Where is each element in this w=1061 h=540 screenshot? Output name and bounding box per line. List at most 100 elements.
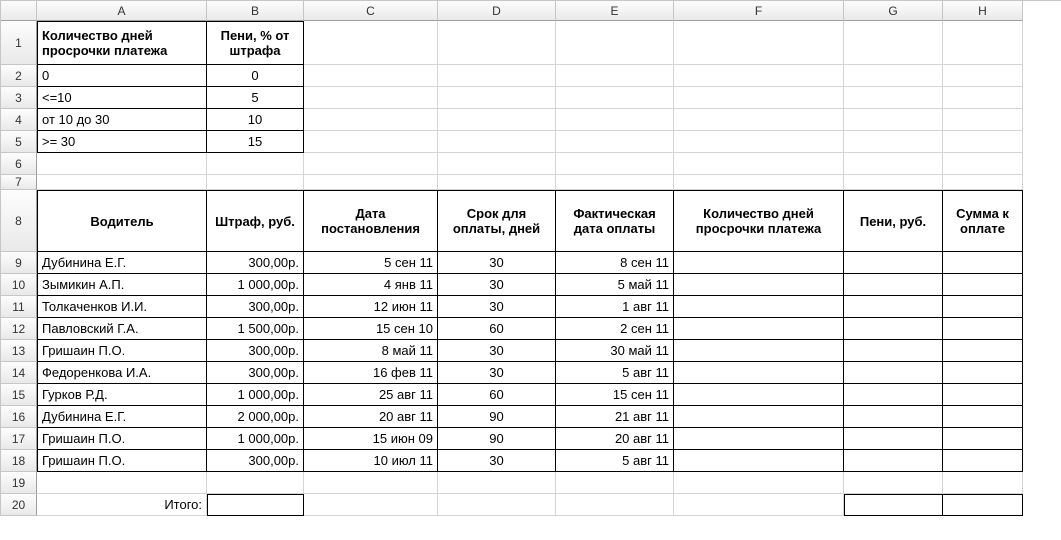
cell-B17[interactable]: 1 000,00р. (207, 428, 304, 450)
cell-E3[interactable] (556, 87, 674, 109)
cell-G11[interactable] (844, 296, 943, 318)
cell-A10[interactable]: Зымикин А.П. (37, 274, 207, 296)
cell-C18[interactable]: 10 июл 11 (304, 450, 438, 472)
row-header-12[interactable]: 12 (1, 318, 37, 340)
cell-D3[interactable] (438, 87, 556, 109)
cell-H5[interactable] (943, 131, 1023, 153)
cell-A1[interactable]: Количество дней просрочки платежа (37, 21, 207, 65)
cell-A8[interactable]: Водитель (37, 190, 207, 252)
cell-H18[interactable] (943, 450, 1023, 472)
cell-H1[interactable] (943, 21, 1023, 65)
cell-G8[interactable]: Пени, руб. (844, 190, 943, 252)
cell-G13[interactable] (844, 340, 943, 362)
cell-C15[interactable]: 25 авг 11 (304, 384, 438, 406)
cell-B13[interactable]: 300,00р. (207, 340, 304, 362)
row-header-8[interactable]: 8 (1, 190, 37, 252)
cell-E8[interactable]: Фактическая дата оплаты (556, 190, 674, 252)
col-header-C[interactable]: C (304, 1, 438, 21)
cell-A18[interactable]: Гришаин П.О. (37, 450, 207, 472)
cell-E13[interactable]: 30 май 11 (556, 340, 674, 362)
row-header-17[interactable]: 17 (1, 428, 37, 450)
cell-D9[interactable]: 30 (438, 252, 556, 274)
cell-C7[interactable] (304, 175, 438, 190)
cell-H14[interactable] (943, 362, 1023, 384)
row-header-9[interactable]: 9 (1, 252, 37, 274)
cell-C9[interactable]: 5 сен 11 (304, 252, 438, 274)
row-header-5[interactable]: 5 (1, 131, 37, 153)
cell-C8[interactable]: Дата постановления (304, 190, 438, 252)
cell-F18[interactable] (674, 450, 844, 472)
cell-E16[interactable]: 21 авг 11 (556, 406, 674, 428)
cell-A12[interactable]: Павловский Г.А. (37, 318, 207, 340)
cell-B8[interactable]: Штраф, руб. (207, 190, 304, 252)
cell-C10[interactable]: 4 янв 11 (304, 274, 438, 296)
cell-D7[interactable] (438, 175, 556, 190)
row-header-18[interactable]: 18 (1, 450, 37, 472)
cell-F4[interactable] (674, 109, 844, 131)
row-header-14[interactable]: 14 (1, 362, 37, 384)
cell-G10[interactable] (844, 274, 943, 296)
row-header-6[interactable]: 6 (1, 153, 37, 175)
cell-H20[interactable] (943, 494, 1023, 516)
cell-E4[interactable] (556, 109, 674, 131)
cell-H2[interactable] (943, 65, 1023, 87)
cell-D20[interactable] (438, 494, 556, 516)
cell-B20[interactable] (207, 494, 304, 516)
cell-G20[interactable] (844, 494, 943, 516)
cell-D16[interactable]: 90 (438, 406, 556, 428)
cell-H17[interactable] (943, 428, 1023, 450)
cell-A4[interactable]: от 10 до 30 (37, 109, 207, 131)
cell-A9[interactable]: Дубинина Е.Г. (37, 252, 207, 274)
cell-A13[interactable]: Гришаин П.О. (37, 340, 207, 362)
row-header-1[interactable]: 1 (1, 21, 37, 65)
row-header-2[interactable]: 2 (1, 65, 37, 87)
cell-H13[interactable] (943, 340, 1023, 362)
cell-A14[interactable]: Федоренкова И.А. (37, 362, 207, 384)
cell-F3[interactable] (674, 87, 844, 109)
cell-C20[interactable] (304, 494, 438, 516)
cell-G7[interactable] (844, 175, 943, 190)
cell-F6[interactable] (674, 153, 844, 175)
cell-C11[interactable]: 12 июн 11 (304, 296, 438, 318)
cell-E11[interactable]: 1 авг 11 (556, 296, 674, 318)
row-header-10[interactable]: 10 (1, 274, 37, 296)
cell-B3[interactable]: 5 (207, 87, 304, 109)
cell-H6[interactable] (943, 153, 1023, 175)
cell-D13[interactable]: 30 (438, 340, 556, 362)
cell-G5[interactable] (844, 131, 943, 153)
cell-D5[interactable] (438, 131, 556, 153)
cell-B12[interactable]: 1 500,00р. (207, 318, 304, 340)
cell-E7[interactable] (556, 175, 674, 190)
cell-H7[interactable] (943, 175, 1023, 190)
cell-G2[interactable] (844, 65, 943, 87)
cell-B15[interactable]: 1 000,00р. (207, 384, 304, 406)
cell-F8[interactable]: Количество дней просрочки платежа (674, 190, 844, 252)
cell-D11[interactable]: 30 (438, 296, 556, 318)
row-header-16[interactable]: 16 (1, 406, 37, 428)
cell-A7[interactable] (37, 175, 207, 190)
cell-H3[interactable] (943, 87, 1023, 109)
cell-G17[interactable] (844, 428, 943, 450)
cell-B16[interactable]: 2 000,00р. (207, 406, 304, 428)
cell-C13[interactable]: 8 май 11 (304, 340, 438, 362)
cell-A17[interactable]: Гришаин П.О. (37, 428, 207, 450)
cell-H15[interactable] (943, 384, 1023, 406)
row-header-11[interactable]: 11 (1, 296, 37, 318)
cell-H19[interactable] (943, 472, 1023, 494)
cell-C5[interactable] (304, 131, 438, 153)
cell-D10[interactable]: 30 (438, 274, 556, 296)
cell-G18[interactable] (844, 450, 943, 472)
cell-F10[interactable] (674, 274, 844, 296)
cell-E19[interactable] (556, 472, 674, 494)
row-header-4[interactable]: 4 (1, 109, 37, 131)
col-header-H[interactable]: H (943, 1, 1023, 21)
cell-E10[interactable]: 5 май 11 (556, 274, 674, 296)
cell-G15[interactable] (844, 384, 943, 406)
cell-H11[interactable] (943, 296, 1023, 318)
cell-H10[interactable] (943, 274, 1023, 296)
cell-A11[interactable]: Толкаченков И.И. (37, 296, 207, 318)
corner-cell[interactable] (1, 1, 37, 21)
cell-C3[interactable] (304, 87, 438, 109)
cell-C16[interactable]: 20 авг 11 (304, 406, 438, 428)
cell-G9[interactable] (844, 252, 943, 274)
